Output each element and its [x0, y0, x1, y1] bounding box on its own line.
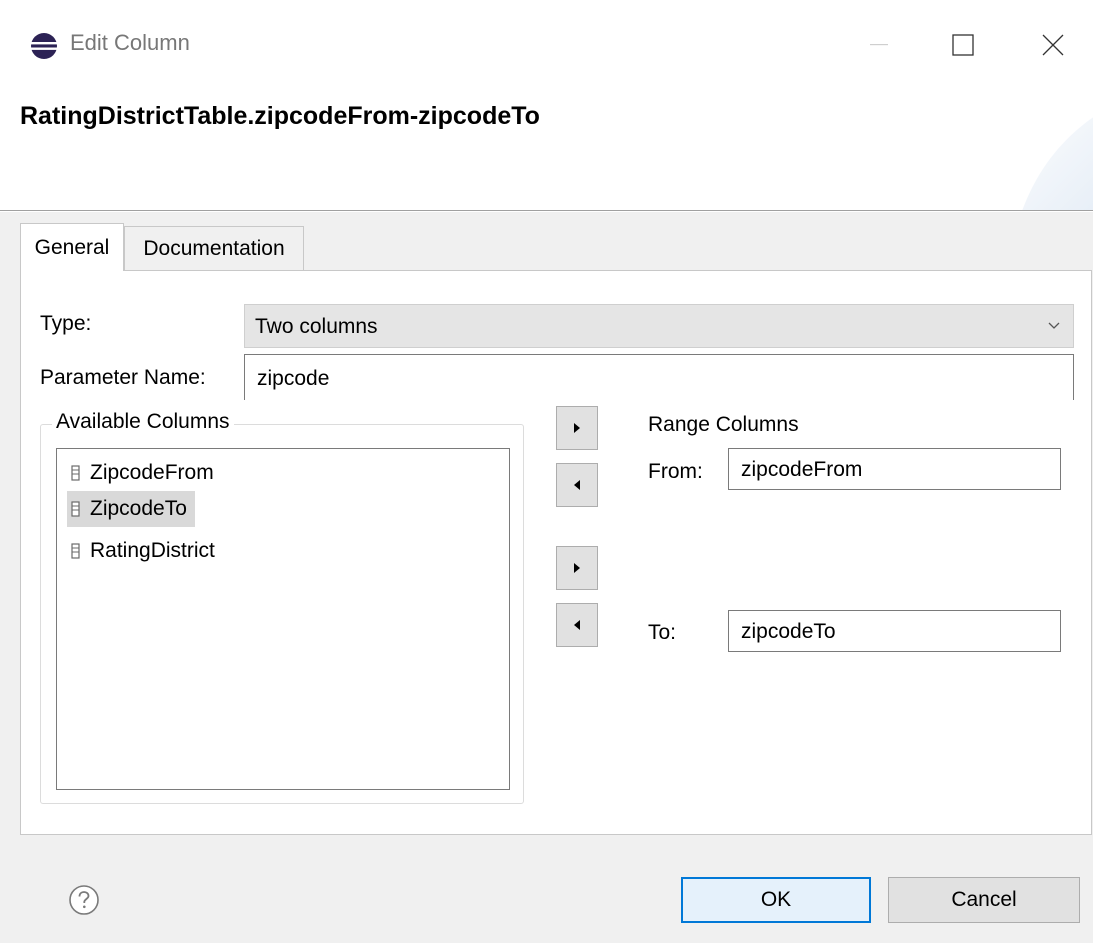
- chevron-down-icon: [1048, 322, 1060, 329]
- parameter-name-input[interactable]: zipcode: [244, 354, 1074, 400]
- close-icon: [1042, 34, 1064, 56]
- tab-documentation-label: Documentation: [143, 236, 285, 260]
- minimize-icon: [870, 44, 888, 46]
- from-field-value: zipcodeFrom: [741, 458, 863, 481]
- type-dropdown[interactable]: Two columns: [244, 304, 1074, 348]
- list-item[interactable]: ZipcodeFrom: [67, 455, 222, 491]
- minimize-button[interactable]: [855, 22, 905, 68]
- arrow-left-icon: [574, 480, 580, 490]
- list-item-label: RatingDistrict: [90, 539, 215, 562]
- tab-documentation[interactable]: Documentation: [124, 226, 304, 270]
- from-field[interactable]: zipcodeFrom: [728, 448, 1061, 490]
- column-icon: [71, 501, 80, 517]
- type-dropdown-value: Two columns: [255, 315, 378, 338]
- column-icon: [71, 543, 80, 559]
- column-icon: [71, 465, 80, 481]
- window-title: Edit Column: [70, 30, 190, 55]
- remove-from-button[interactable]: [556, 463, 598, 507]
- to-field-value: zipcodeTo: [741, 620, 836, 643]
- to-label: To:: [648, 621, 677, 644]
- help-icon[interactable]: [68, 884, 100, 916]
- header-separator-highlight: [0, 211, 1093, 212]
- range-columns-title: Range Columns: [648, 413, 799, 436]
- arrow-right-icon: [574, 423, 580, 433]
- maximize-button[interactable]: [938, 22, 988, 68]
- parameter-name-label: Parameter Name:: [40, 366, 206, 389]
- arrow-left-icon: [574, 620, 580, 630]
- header-banner-graphic: [1022, 117, 1093, 210]
- tab-general-label: General: [34, 235, 110, 259]
- maximize-icon: [952, 34, 974, 56]
- ok-button[interactable]: OK: [681, 877, 871, 923]
- tab-general[interactable]: General: [20, 223, 124, 271]
- dialog-header: RatingDistrictTable.zipcodeFrom-zipcodeT…: [0, 92, 1093, 210]
- eclipse-app-icon: [30, 32, 58, 60]
- close-button[interactable]: [1028, 22, 1078, 68]
- list-item-selected[interactable]: ZipcodeTo: [67, 491, 195, 527]
- add-from-button[interactable]: [556, 406, 598, 450]
- available-columns-list[interactable]: ZipcodeFrom ZipcodeTo RatingDistrict: [56, 448, 510, 790]
- from-label: From:: [648, 460, 703, 483]
- to-field[interactable]: zipcodeTo: [728, 610, 1061, 652]
- add-to-button[interactable]: [556, 546, 598, 590]
- cancel-button[interactable]: Cancel: [888, 877, 1080, 923]
- list-item[interactable]: RatingDistrict: [67, 533, 223, 569]
- list-item-label: ZipcodeTo: [90, 497, 187, 520]
- remove-to-button[interactable]: [556, 603, 598, 647]
- dialog-heading: RatingDistrictTable.zipcodeFrom-zipcodeT…: [20, 102, 540, 130]
- available-columns-title: Available Columns: [52, 410, 234, 434]
- parameter-name-value: zipcode: [257, 367, 330, 390]
- arrow-right-icon: [574, 563, 580, 573]
- list-item-label: ZipcodeFrom: [90, 461, 214, 484]
- type-label: Type:: [40, 312, 92, 335]
